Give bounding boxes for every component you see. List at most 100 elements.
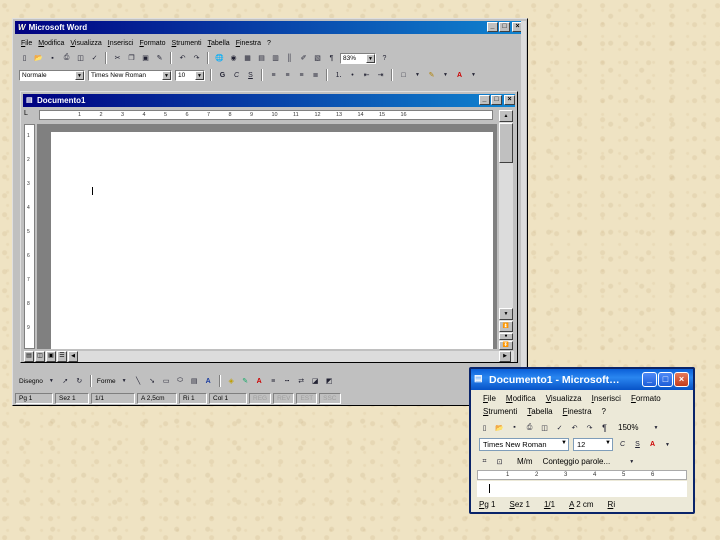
print-preview-icon[interactable]: ◫ (539, 422, 550, 433)
highlight-icon[interactable]: ✎ (426, 70, 437, 81)
menu-strumenti[interactable]: Strumenti (172, 40, 202, 47)
scroll-left-icon[interactable]: ◀ (68, 351, 78, 362)
xp-font-size-select[interactable]: 12 ▼ (573, 438, 613, 451)
decrease-indent-icon[interactable]: ⇤ (361, 70, 372, 81)
line-style-icon[interactable]: ≡ (268, 376, 279, 387)
open-icon[interactable]: 📂 (33, 53, 44, 64)
text-box-icon[interactable]: ▤ (189, 376, 200, 387)
menu-help[interactable]: ? (267, 40, 271, 47)
chevron-down-icon[interactable]: ▼ (412, 70, 423, 81)
shadow-icon[interactable]: ◪ (310, 376, 321, 387)
menu-tabella[interactable]: Tabella (527, 407, 552, 416)
xp-document-page[interactable] (477, 481, 687, 497)
fill-color-icon[interactable]: ◈ (226, 376, 237, 387)
next-page-icon[interactable]: ⏬ (499, 341, 513, 350)
menu-file[interactable]: File (483, 394, 496, 403)
xp-font-select[interactable]: Times New Roman ▼ (479, 438, 569, 451)
dash-style-icon[interactable]: ┅ (282, 376, 293, 387)
xp-close-button[interactable]: × (674, 372, 689, 387)
redo-icon[interactable]: ↷ (191, 53, 202, 64)
tables-borders-icon[interactable]: ▦ (242, 53, 253, 64)
line-icon[interactable]: ╲ (133, 376, 144, 387)
print-icon[interactable]: ⎙ (524, 422, 535, 433)
bold-button[interactable]: G (217, 70, 228, 81)
arrow-icon[interactable]: ➘ (147, 376, 158, 387)
justify-icon[interactable]: ≣ (310, 70, 321, 81)
cut-icon[interactable]: ✂ (112, 53, 123, 64)
scroll-up-icon[interactable]: ▲ (499, 110, 513, 122)
line-color-icon[interactable]: ✎ (240, 376, 251, 387)
doc-restore-button[interactable]: □ (491, 95, 502, 105)
spelling-icon[interactable]: ✓ (89, 53, 100, 64)
zoom-select[interactable]: 83% ▼ (340, 52, 376, 64)
font-color-icon[interactable]: A (647, 439, 658, 450)
tab-selector[interactable]: L (24, 110, 36, 121)
menu-inserisci[interactable]: Inserisci (592, 394, 621, 403)
doc-minimize-button[interactable]: _ (479, 95, 490, 105)
normal-view-icon[interactable]: ▤ (24, 351, 34, 362)
horizontal-scrollbar[interactable]: ▤ ◫ ▣ ☰ ◀ ▶ (24, 351, 514, 362)
xp-horizontal-ruler[interactable]: 1 2 3 4 5 6 (477, 470, 687, 480)
menu-modifica[interactable]: Modifica (38, 40, 64, 47)
columns-icon[interactable]: ║ (284, 53, 295, 64)
style-select[interactable]: Normale ▼ (19, 69, 85, 81)
print-icon[interactable]: ⎙ (61, 53, 72, 64)
paste-icon[interactable]: ▣ (140, 53, 151, 64)
italic-button[interactable]: C (231, 70, 242, 81)
status-rev[interactable]: REV (273, 393, 295, 404)
chevron-down-icon[interactable]: ▼ (468, 70, 479, 81)
status-rec[interactable]: REG (249, 393, 272, 404)
menu-inserisci[interactable]: Inserisci (108, 40, 134, 47)
xp-minimize-button[interactable]: _ (642, 372, 657, 387)
word-title-bar[interactable]: W Microsoft Word _ □ × (15, 21, 525, 34)
font-color-icon[interactable]: A (454, 70, 465, 81)
autoshapes-menu[interactable]: Forme (97, 378, 116, 385)
document-page[interactable] (51, 132, 493, 349)
menu-formato[interactable]: Formato (139, 40, 165, 47)
align-right-icon[interactable]: ≡ (296, 70, 307, 81)
3d-icon[interactable]: ◩ (324, 376, 335, 387)
insert-table-icon[interactable]: ▤ (256, 53, 267, 64)
status-ext[interactable]: EST (296, 393, 318, 404)
numbering-icon[interactable]: ⒈ (333, 70, 344, 81)
open-icon[interactable]: 📂 (494, 422, 505, 433)
chevron-down-icon[interactable]: ▼ (650, 422, 661, 433)
redo-icon[interactable]: ↷ (584, 422, 595, 433)
bullets-icon[interactable]: • (347, 70, 358, 81)
document-title-bar[interactable]: ▤ Documento1 _ □ × (23, 94, 515, 107)
arrow-style-icon[interactable]: ⇄ (296, 376, 307, 387)
find-icon[interactable]: ⊡ (494, 456, 505, 467)
menu-strumenti[interactable]: Strumenti (483, 407, 517, 416)
horizontal-ruler[interactable]: 1 2 3 4 5 6 7 8 9 10 11 12 13 14 15 16 (39, 110, 493, 120)
xp-zoom-value[interactable]: 150% (618, 423, 638, 432)
chevron-down-icon[interactable]: ▼ (626, 456, 637, 467)
save-icon[interactable]: ▪ (509, 422, 520, 433)
hyperlink-icon[interactable]: 🌐 (214, 53, 225, 64)
underline-icon[interactable]: S (632, 439, 643, 450)
chevron-down-icon[interactable]: ▼ (662, 439, 673, 450)
save-icon[interactable]: ▪ (47, 53, 58, 64)
select-objects-icon[interactable]: ➚ (60, 376, 71, 387)
xp-wordcount[interactable]: Conteggio parole... (543, 457, 611, 466)
chevron-down-icon[interactable]: ▼ (440, 70, 451, 81)
vertical-ruler[interactable]: 1 2 3 4 5 6 7 8 9 (24, 124, 35, 349)
minimize-button[interactable]: _ (487, 22, 498, 32)
border-icon[interactable]: □ (398, 70, 409, 81)
show-hide-icon[interactable]: ¶ (599, 422, 610, 433)
xp-pm[interactable]: M/m (517, 457, 533, 466)
undo-icon[interactable]: ↶ (177, 53, 188, 64)
underline-button[interactable]: S (245, 70, 256, 81)
font-color-icon[interactable]: A (254, 376, 265, 387)
spelling-icon[interactable]: ✓ (554, 422, 565, 433)
doc-close-button[interactable]: × (504, 95, 515, 105)
free-rotate-icon[interactable]: ↻ (74, 376, 85, 387)
oval-icon[interactable]: ⬭ (175, 376, 186, 387)
document-map-icon[interactable]: ▧ (312, 53, 323, 64)
rectangle-icon[interactable]: ▭ (161, 376, 172, 387)
print-preview-icon[interactable]: ◫ (75, 53, 86, 64)
menu-file[interactable]: File (21, 40, 32, 47)
menu-help[interactable]: ? (602, 407, 606, 416)
scroll-thumb[interactable] (499, 123, 513, 163)
new-icon[interactable]: ▯ (19, 53, 30, 64)
format-painter-icon[interactable]: ✎ (154, 53, 165, 64)
